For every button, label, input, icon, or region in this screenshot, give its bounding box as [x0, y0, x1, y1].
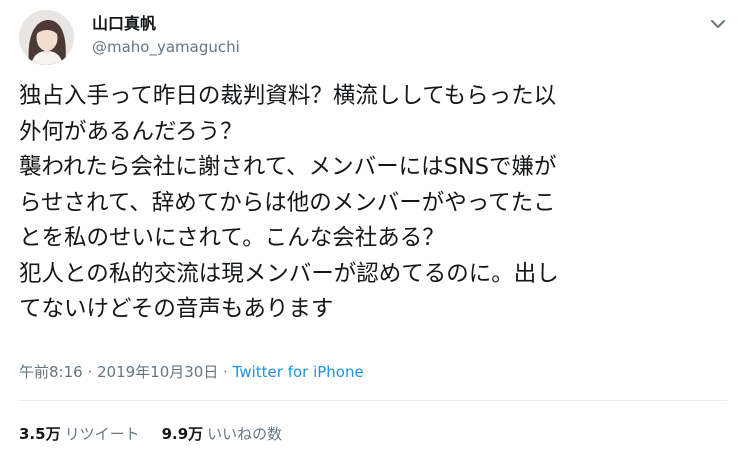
retweets-stat[interactable]: 3.5万 リツイート — [19, 424, 140, 444]
tweet-stats: 3.5万 リツイート 9.9万 いいねの数 — [19, 424, 282, 444]
divider — [19, 400, 727, 401]
tweet-text-line: 犯人との私的交流は現メンバーが認めてるのに。出し — [19, 260, 559, 287]
source-link[interactable]: Twitter for iPhone — [233, 363, 364, 381]
tweet-text-line: らせされて、辞めてからは他のメンバーがやってたこ — [19, 189, 556, 216]
avatar[interactable] — [19, 10, 74, 65]
avatar-image — [19, 10, 74, 65]
retweets-label: リツイート — [64, 425, 140, 443]
retweets-count: 3.5万 — [19, 425, 61, 443]
chevron-down-icon[interactable] — [709, 16, 727, 30]
likes-label: いいねの数 — [207, 425, 283, 443]
tweet-text-line: 独占入手って昨日の裁判資料？横流ししてもらった以 — [19, 83, 557, 109]
tweet-card: 山口真帆 @maho_yamaguchi 独占入手って昨日の裁判資料？横流しして… — [0, 0, 743, 465]
timestamp[interactable]: 午前8:16 · 2019年10月30日 · — [19, 363, 233, 381]
user-handle[interactable]: @maho_yamaguchi — [92, 38, 240, 56]
likes-stat[interactable]: 9.9万 いいねの数 — [162, 424, 283, 444]
tweet-text-line: 襲われたら会社に謝されて、メンバーにはSNSで嫌が — [19, 154, 557, 180]
tweet-text-line: とを私のせいにされて。こんな会社ある？ — [19, 225, 445, 251]
likes-count: 9.9万 — [161, 425, 204, 443]
tweet-text-line: てないけどその音声もあります — [19, 296, 334, 322]
display-name[interactable]: 山口真帆 — [92, 14, 156, 34]
tweet-text: 独占入手って昨日の裁判資料？横流ししてもらった以 外何があるんだろう？ 襲われた… — [19, 79, 731, 328]
tweet-text-line: 外何があるんだろう？ — [19, 118, 243, 145]
tweet-meta: 午前8:16 · 2019年10月30日 · Twitter for iPhon… — [19, 362, 364, 382]
